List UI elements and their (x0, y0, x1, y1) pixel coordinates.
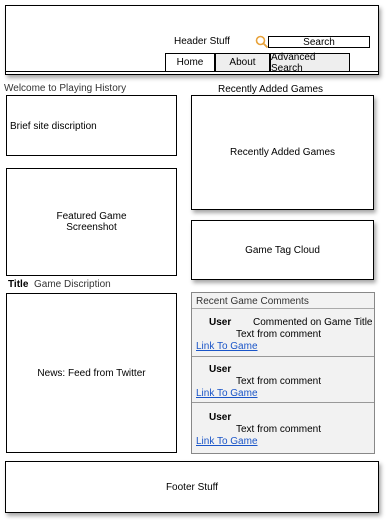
comment-text: Text from comment (236, 329, 322, 340)
comment-item: User Commented on Game Title Text from c… (192, 309, 374, 357)
search-input-label: Search (303, 36, 335, 48)
header-title: Header Stuff (174, 36, 230, 47)
tag-cloud-box: Game Tag Cloud (191, 220, 374, 280)
news-feed-box: News: Feed from Twitter (6, 293, 177, 453)
game-description: Game Discription (34, 279, 111, 290)
comment-text: Text from comment (236, 376, 322, 387)
comment-item: User Text from comment Link To Game (192, 403, 374, 453)
comment-user: User (209, 317, 232, 328)
featured-screenshot[interactable]: Featured Game Screenshot (6, 168, 177, 276)
comment-action: Commented on Game Title (253, 317, 373, 328)
tab-advanced-search[interactable]: Advanced Search (270, 52, 350, 74)
link-to-game[interactable]: Link To Game (196, 341, 258, 352)
tag-cloud-label: Game Tag Cloud (245, 244, 320, 256)
tab-about[interactable]: About (215, 53, 270, 71)
tab-home[interactable]: Home (165, 53, 215, 71)
featured-line1: Featured Game (56, 211, 127, 222)
comment-user: User (209, 412, 232, 423)
header-panel: Header Stuff Search Home About Advanced … (5, 5, 379, 75)
tab-about-label: About (229, 57, 256, 68)
comment-text: Text from comment (236, 424, 322, 435)
tab-home-label: Home (176, 57, 204, 68)
featured-line2: Screenshot (66, 222, 117, 233)
brief-description-box: Brief site discription (6, 95, 177, 156)
brief-description: Brief site discription (10, 121, 97, 132)
comment-user: User (209, 364, 232, 375)
recent-comments-header: Recent Game Comments (196, 296, 309, 307)
welcome-text: Welcome to Playing History (4, 83, 127, 94)
comment-item: User Text from comment Link To Game (192, 357, 374, 403)
recently-added-label: Recently Added Games (229, 147, 336, 158)
footer-text: Footer Stuff (165, 481, 219, 493)
recent-comments-panel: Recent Game Comments User Commented on G… (191, 292, 375, 454)
news-feed-label: News: Feed from Twitter (37, 367, 146, 379)
footer-panel: Footer Stuff (5, 461, 379, 513)
tab-underline (6, 71, 379, 72)
recently-added-box: Recently Added Games (191, 95, 374, 210)
link-to-game[interactable]: Link To Game (196, 436, 258, 447)
recently-added-heading: Recently Added Games (218, 84, 324, 95)
link-to-game[interactable]: Link To Game (196, 388, 258, 399)
search-icon[interactable] (255, 35, 269, 49)
game-title-label: Title (8, 279, 29, 290)
search-input[interactable]: Search (268, 36, 370, 48)
